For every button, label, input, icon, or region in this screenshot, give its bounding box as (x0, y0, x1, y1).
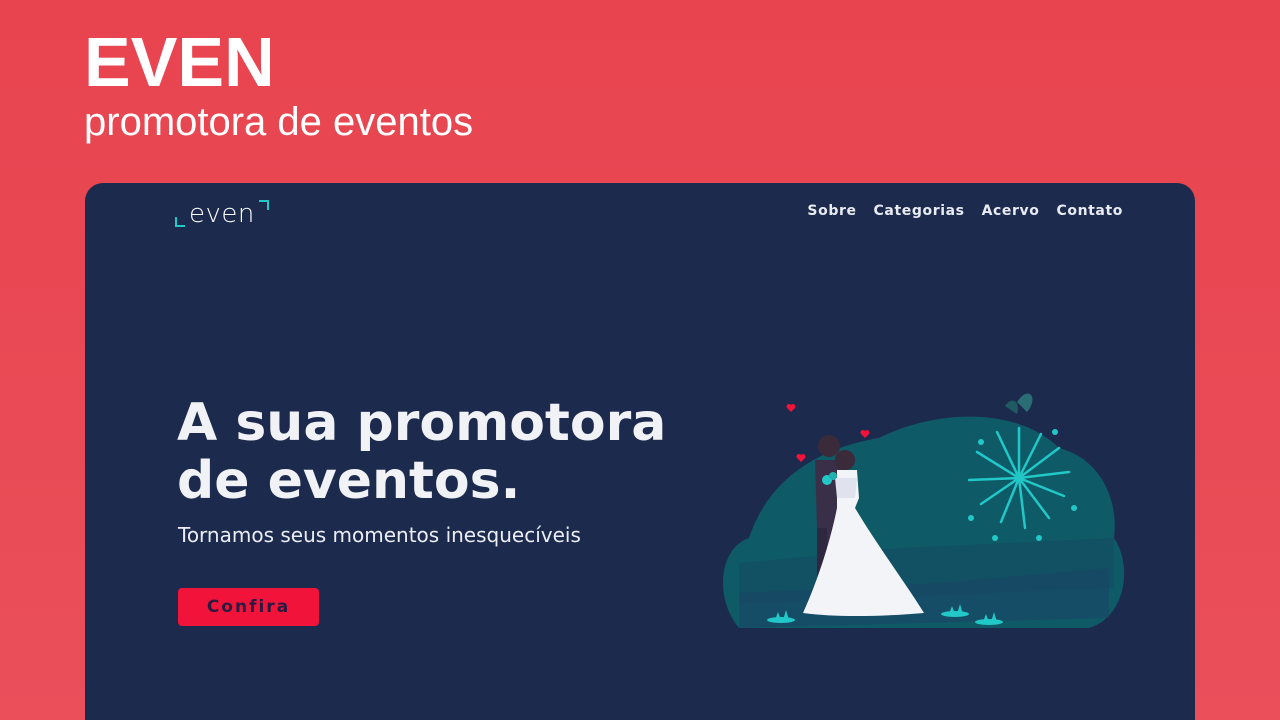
website-mockup: even Sobre Categorias Acervo Contato A s… (85, 183, 1195, 720)
nav-link-sobre[interactable]: Sobre (807, 203, 856, 219)
banner-subtitle: promotora de eventos (84, 100, 474, 144)
main-nav: Sobre Categorias Acervo Contato (807, 203, 1123, 219)
hero-title: A sua promotora de eventos. (177, 393, 667, 511)
logo-bracket-left-icon (175, 217, 185, 227)
hero-subtitle: Tornamos seus momentos inesquecíveis (178, 523, 581, 547)
nav-link-acervo[interactable]: Acervo (982, 203, 1040, 219)
confira-button[interactable]: Confira (178, 588, 319, 626)
banner-title: EVEN (84, 23, 275, 101)
site-logo[interactable]: even (175, 199, 275, 233)
nav-link-categorias[interactable]: Categorias (874, 203, 965, 219)
logo-bracket-right-icon (259, 200, 269, 210)
wedding-illustration-icon (722, 393, 1125, 628)
logo-text: even (189, 199, 255, 229)
nav-link-contato[interactable]: Contato (1056, 203, 1123, 219)
